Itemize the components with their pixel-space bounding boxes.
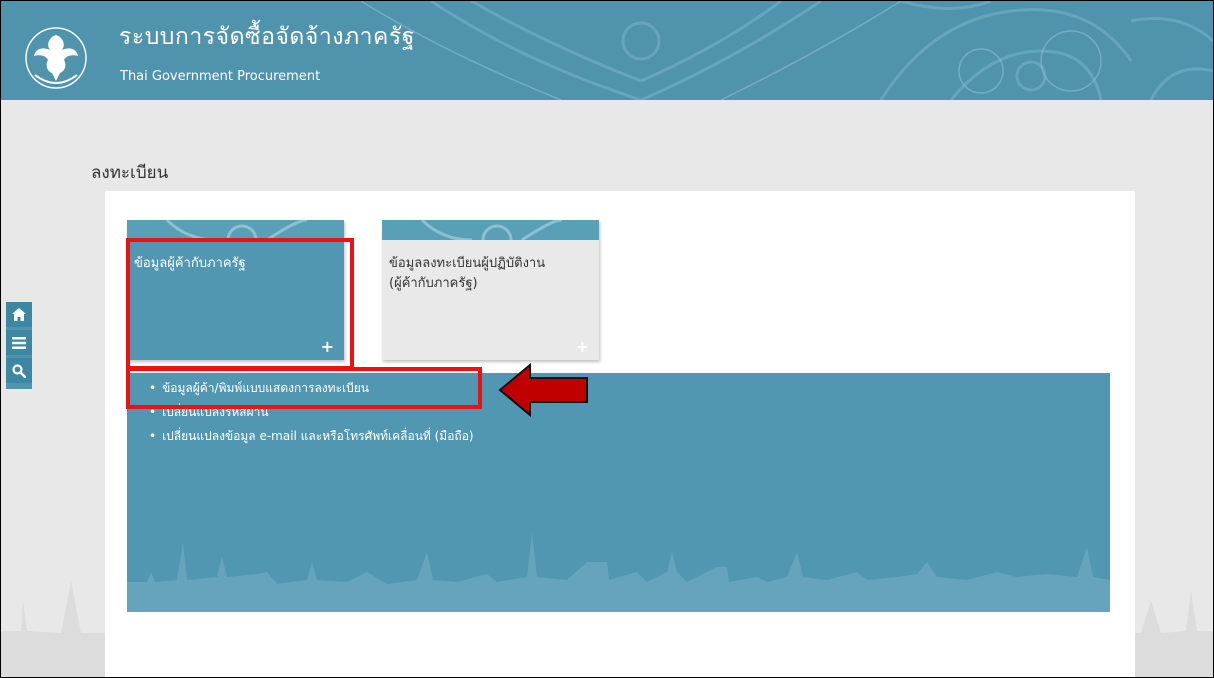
city-silhouette xyxy=(127,532,1110,612)
page-title: ลงทะเบียน xyxy=(91,163,169,183)
tile-label-line2: (ผู้ค้ากับภาครัฐ) xyxy=(389,276,478,291)
site-header: ระบบการจัดซื้อจัดจ้างภาครัฐ Thai Governm… xyxy=(1,1,1213,100)
tile-label: ข้อมูลลงทะเบียนผู้ปฏิบัติงาน (ผู้ค้ากับภ… xyxy=(389,254,545,294)
menu-icon xyxy=(12,336,26,349)
highlight-box-tile xyxy=(126,238,354,370)
tile-ornament xyxy=(127,220,344,240)
page-frame: ระบบการจัดซื้อจัดจ้างภาครัฐ Thai Governm… xyxy=(0,0,1214,678)
garuda-logo-icon xyxy=(25,27,87,89)
home-button[interactable] xyxy=(6,302,32,327)
bullet-icon: • xyxy=(149,429,157,443)
app-subtitle: Thai Government Procurement xyxy=(120,69,321,84)
left-arrow-icon xyxy=(498,363,588,417)
tile-operator-registration[interactable]: ข้อมูลลงทะเบียนผู้ปฏิบัติงาน (ผู้ค้ากับภ… xyxy=(382,220,599,360)
submenu-item-change-contact[interactable]: • เปลี่ยนแปลงข้อมูล e-mail และหรือโทรศัพท… xyxy=(149,424,474,448)
tile-label-line1: ข้อมูลลงทะเบียนผู้ปฏิบัติงาน xyxy=(389,256,546,271)
tile-ornament xyxy=(382,220,599,240)
submenu-item-label: เปลี่ยนแปลงข้อมูล e-mail และหรือโทรศัพท์… xyxy=(162,429,474,443)
search-button[interactable] xyxy=(6,358,32,383)
plus-icon: + xyxy=(575,337,589,356)
quick-nav-bar xyxy=(6,302,32,389)
home-icon xyxy=(12,308,26,321)
search-icon xyxy=(12,363,26,378)
app-title: ระบบการจัดซื้อจัดจ้างภาครัฐ xyxy=(119,24,415,50)
menu-button[interactable] xyxy=(6,330,32,355)
highlight-box-menu-item xyxy=(126,367,482,409)
